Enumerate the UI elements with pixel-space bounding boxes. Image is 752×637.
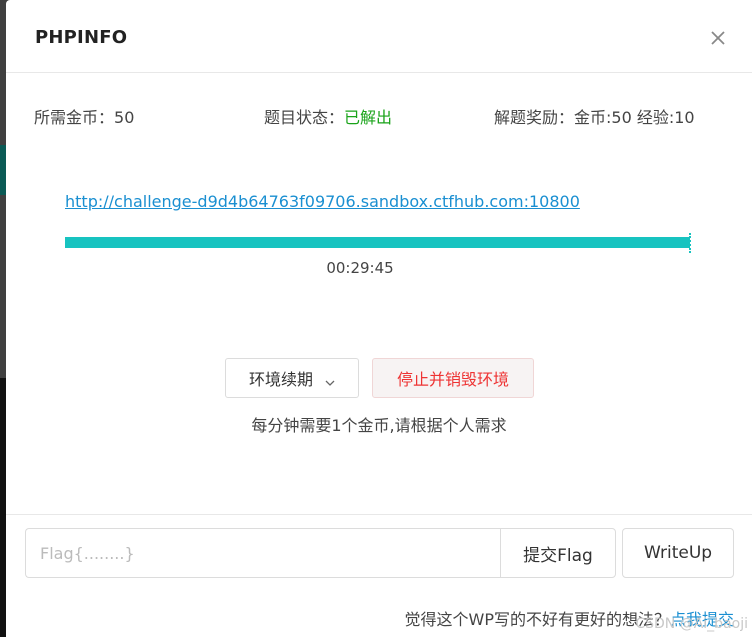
footer-divider bbox=[6, 514, 752, 515]
progress-end-marker bbox=[689, 233, 693, 253]
modal-header: PHPINFO bbox=[6, 0, 752, 73]
watermark: CSDN @Ai_baoji bbox=[635, 616, 748, 632]
writeup-feedback-text: 觉得这个WP写的不好有更好的想法？ bbox=[404, 610, 670, 629]
time-remaining-bar bbox=[65, 237, 690, 248]
flag-input[interactable] bbox=[25, 528, 501, 578]
challenge-modal: PHPINFO 所需金币：50 题目状态：已解出 解题奖励：金币:50 经验:1… bbox=[6, 0, 752, 637]
reward-label: 解题奖励： bbox=[494, 108, 575, 127]
environment-url-link[interactable]: http://challenge-d9d4b64763f09706.sandbo… bbox=[65, 192, 580, 211]
status-badge: 已解出 bbox=[344, 108, 393, 127]
status-label: 题目状态： bbox=[264, 108, 345, 127]
renew-label: 环境续期 bbox=[248, 370, 313, 389]
submit-flag-button[interactable]: 提交Flag bbox=[500, 528, 616, 578]
challenge-status: 题目状态：已解出 bbox=[264, 104, 392, 128]
coin-cost: 所需金币：50 bbox=[34, 104, 134, 128]
coin-cost-label: 所需金币： bbox=[34, 108, 115, 127]
writeup-button[interactable]: WriteUp bbox=[622, 528, 734, 578]
reward-value: 金币:50 经验:10 bbox=[574, 108, 695, 127]
solve-reward: 解题奖励：金币:50 经验:10 bbox=[494, 104, 695, 128]
time-remaining-fill bbox=[65, 237, 690, 248]
countdown-timer: 00:29:45 bbox=[326, 259, 394, 277]
chevron-down-icon bbox=[325, 373, 335, 386]
coin-cost-value: 50 bbox=[114, 108, 135, 127]
renew-environment-dropdown[interactable]: 环境续期 bbox=[225, 358, 359, 398]
destroy-environment-button[interactable]: 停止并销毁环境 bbox=[372, 358, 534, 398]
coin-usage-note: 每分钟需要1个金币,请根据个人需求 bbox=[251, 416, 507, 435]
modal-title: PHPINFO bbox=[35, 27, 128, 48]
close-icon[interactable] bbox=[706, 26, 730, 50]
